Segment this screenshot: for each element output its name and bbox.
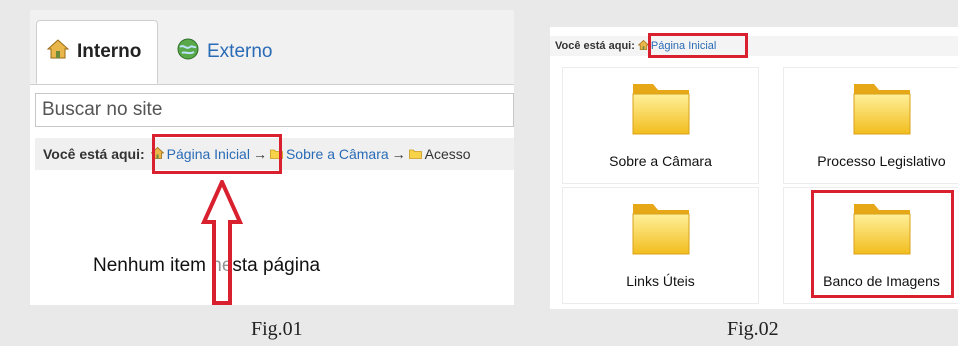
breadcrumb-item-label: Sobre a Câmara [285,146,389,162]
breadcrumb: Você está aqui: Página Inicial [550,36,958,56]
folder-label: Processo Legislativo [817,153,946,169]
figure-02-caption: Fig.02 [727,318,779,340]
red-up-arrow-icon [200,180,244,305]
folder-tile-sobre[interactable]: Sobre a Câmara [562,67,759,184]
folder-label: Links Úteis [626,273,695,289]
folder-tile-processo[interactable]: Processo Legislativo [783,67,958,184]
folder-icon [853,84,911,135]
tab-interno[interactable]: Interno [36,20,158,84]
tab-externo[interactable]: Externo [173,20,307,84]
tab-interno-label: Interno [77,41,142,62]
search-input[interactable]: Buscar no site [35,93,514,127]
folder-label: Sobre a Câmara [609,153,712,169]
folder-icon [408,146,422,162]
folder-icon [632,84,690,135]
breadcrumb-item-acesso[interactable]: Acesso [408,146,471,162]
tab-externo-label: Externo [207,41,273,62]
folder-tile-links[interactable]: Links Úteis [562,187,759,304]
highlight-box-home [648,33,748,58]
highlight-box-home [152,134,282,174]
breadcrumb-separator: → [391,146,406,162]
highlight-box-banco [811,190,954,298]
globe-icon [177,38,199,66]
tab-bar: Interno Externo [30,10,514,85]
breadcrumb-item-sobre[interactable]: Sobre a Câmara [270,146,389,162]
breadcrumb-prefix: Você está aqui: [555,40,635,52]
breadcrumb-item-label: Acesso [424,146,471,162]
folder-icon [632,204,690,255]
figure-01-panel: Interno Externo Buscar no site Você está… [30,10,514,305]
figure-01-caption: Fig.01 [251,318,303,340]
figure-02-panel: Você está aqui: Página Inicial Sobre a C… [550,27,958,309]
breadcrumb-prefix: Você está aqui: [43,146,145,162]
house-icon [46,39,70,65]
